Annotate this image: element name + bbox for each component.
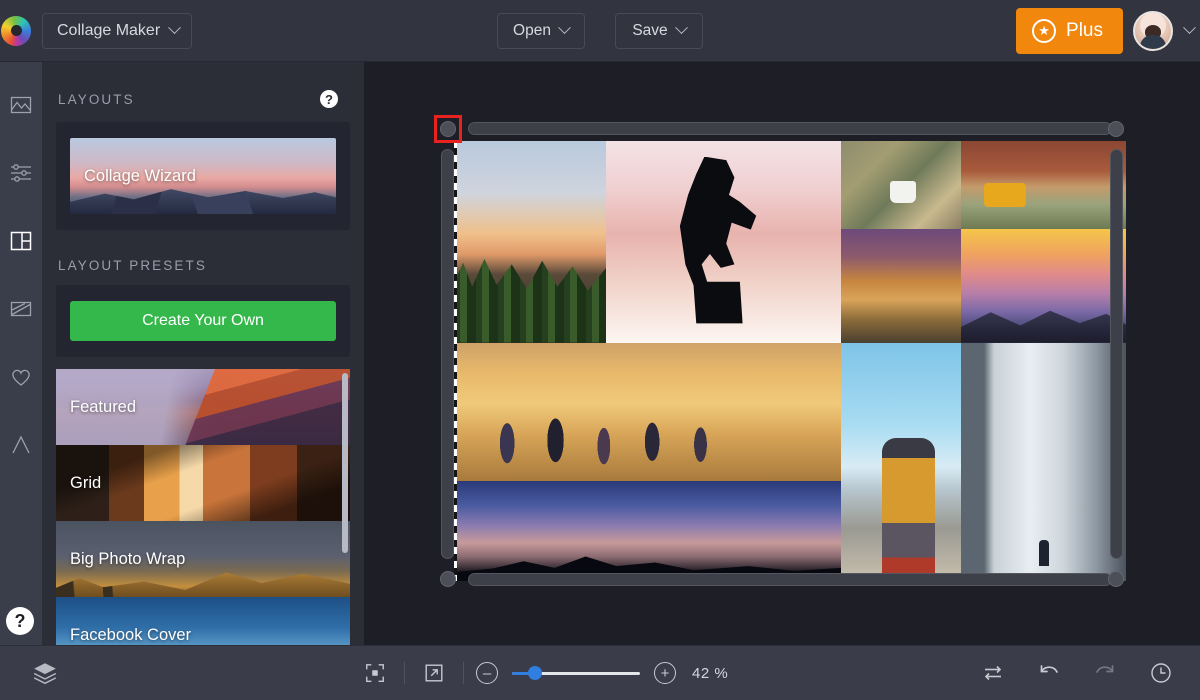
preset-label: Grid [56, 474, 101, 493]
hiker-mountain-view-photo[interactable] [841, 343, 961, 581]
collage-stage [432, 113, 1132, 595]
color-wheel-logo[interactable] [1, 16, 31, 46]
collage-wizard-thumbnail: Collage Wizard [70, 138, 336, 214]
yellow-van-road-photo[interactable] [961, 141, 1126, 229]
app-switcher-button[interactable]: Collage Maker [42, 13, 192, 49]
zoom-out-button[interactable]: – [476, 662, 498, 684]
rail-item-adjustments[interactable] [0, 152, 42, 194]
zoom-in-button[interactable]: + [654, 662, 676, 684]
tool-rail: ? [0, 62, 42, 645]
star-badge-icon: ★ [1032, 19, 1056, 43]
runners-golden-field-photo[interactable] [454, 343, 841, 481]
pink-mountain-layers-photo[interactable] [961, 229, 1126, 343]
preset-label: Facebook Cover [56, 626, 191, 645]
save-label: Save [632, 22, 667, 40]
create-your-own-wrap: Create Your Own [56, 285, 350, 357]
skateboarder-silhouette-photo[interactable] [606, 141, 841, 343]
chevron-down-icon [168, 21, 181, 34]
resize-handle-top-left[interactable] [440, 121, 456, 137]
layouts-header: LAYOUTS ? [42, 62, 364, 122]
resize-bar-right[interactable] [1110, 149, 1123, 559]
rail-item-collage[interactable] [0, 220, 42, 262]
resize-bar-top[interactable] [468, 122, 1112, 135]
chevron-down-icon [558, 21, 571, 34]
starry-night-joshua-tree-photo[interactable] [454, 481, 841, 581]
list-item[interactable]: Featured [56, 369, 350, 445]
chevron-down-icon [675, 21, 688, 34]
list-item[interactable]: Grid [56, 445, 350, 521]
zoom-slider-handle[interactable] [528, 666, 542, 680]
page-title: LAYOUTS [58, 92, 135, 107]
swap-arrows-icon[interactable] [976, 656, 1010, 690]
chevron-down-icon[interactable] [1183, 21, 1196, 34]
fit-to-screen-icon[interactable] [358, 656, 392, 690]
clock-history-icon[interactable] [1144, 656, 1178, 690]
create-your-own-button[interactable]: Create Your Own [70, 301, 336, 341]
open-button[interactable]: Open [497, 13, 585, 49]
resize-handle-bottom-right[interactable] [1108, 571, 1124, 587]
collage-canvas[interactable] [454, 141, 1126, 581]
zoom-slider[interactable] [512, 664, 640, 682]
help-button[interactable]: ? [6, 607, 34, 635]
collage-wizard-card[interactable]: Collage Wizard [56, 122, 350, 230]
top-bar: Collage Maker Open Save ★ Plus [0, 0, 1200, 62]
top-bar-right-group: ★ Plus [1016, 8, 1200, 54]
rail-item-photos[interactable] [0, 84, 42, 126]
layers-icon[interactable] [28, 656, 62, 690]
redo-arrow-icon[interactable] [1088, 656, 1122, 690]
waterfall-person-photo[interactable] [961, 343, 1126, 581]
selection-dashed-edge [454, 141, 457, 581]
logo-wrap [0, 16, 36, 46]
list-item[interactable]: Facebook Cover [56, 597, 350, 645]
zoom-level-value: 42 % [692, 665, 728, 682]
preset-list-scrollbar[interactable] [342, 373, 348, 641]
divider [404, 662, 405, 684]
coffee-mug-photo[interactable] [841, 141, 961, 229]
save-button[interactable]: Save [615, 13, 703, 49]
canvas-area[interactable] [364, 62, 1200, 645]
plus-upgrade-button[interactable]: ★ Plus [1016, 8, 1123, 54]
bottom-bar-right-group [976, 656, 1200, 690]
bottom-bar: – + 42 % [0, 645, 1200, 700]
zoom-controls-group: – + 42 % [322, 656, 976, 690]
resize-bar-left[interactable] [441, 149, 454, 559]
open-label: Open [513, 22, 551, 40]
layout-presets-title: LAYOUT PRESETS [42, 230, 364, 285]
collage-wizard-label: Collage Wizard [70, 167, 196, 186]
resize-bar-bottom[interactable] [468, 573, 1112, 586]
collage-maker-app: Collage Maker Open Save ★ Plus [0, 0, 1200, 700]
resize-handle-top-right[interactable] [1108, 121, 1124, 137]
app-switcher-label: Collage Maker [57, 22, 160, 40]
rail-item-favorites[interactable] [0, 356, 42, 398]
preset-list: Featured Grid Big Photo Wrap Facebook Co… [56, 369, 350, 645]
expand-arrow-icon[interactable] [417, 656, 451, 690]
layouts-panel: LAYOUTS ? Collage Wizard LAYOUT PRESETS … [42, 62, 364, 645]
plus-label: Plus [1066, 20, 1103, 42]
list-item[interactable]: Big Photo Wrap [56, 521, 350, 597]
preset-label: Featured [56, 398, 136, 417]
rail-item-text[interactable] [0, 424, 42, 466]
bottom-bar-left-group [0, 656, 322, 690]
rail-item-effects[interactable] [0, 288, 42, 330]
resize-handle-bottom-left[interactable] [440, 571, 456, 587]
main-body: ? LAYOUTS ? Collage Wizard LAYOUT PRESET… [0, 62, 1200, 645]
preset-label: Big Photo Wrap [56, 550, 185, 569]
avatar[interactable] [1133, 11, 1173, 51]
undo-arrow-icon[interactable] [1032, 656, 1066, 690]
cactus-sunset-photo[interactable] [454, 141, 606, 343]
help-icon[interactable]: ? [320, 90, 338, 108]
scrollbar-thumb[interactable] [342, 373, 348, 553]
divider [463, 662, 464, 684]
purple-desert-photo[interactable] [841, 229, 961, 343]
